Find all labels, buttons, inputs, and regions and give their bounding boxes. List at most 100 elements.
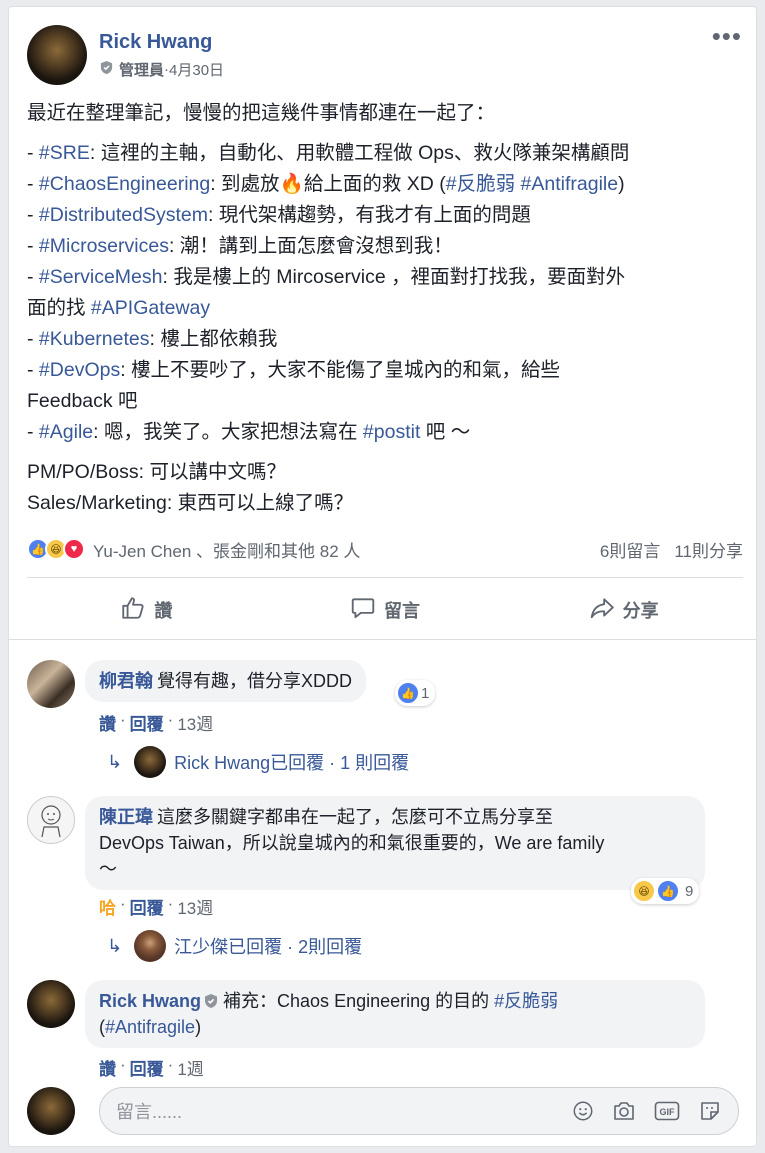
post-text-line: - #ChaosEngineering: 到處放🔥給上面的救 XD (#反脆弱 … — [27, 169, 743, 200]
speech-bubble-icon — [350, 595, 384, 626]
hashtag-link[interactable]: #Antifragile — [521, 173, 619, 195]
post-text: - — [27, 359, 39, 381]
comment-bubble: 柳君翰 覺得有趣，借分享XDDD — [85, 660, 367, 702]
hashtag-link[interactable]: #DistributedSystem — [39, 204, 208, 226]
replier-avatar — [134, 746, 167, 778]
hashtag-link[interactable]: #反脆弱 — [446, 173, 515, 195]
hashtag-link[interactable]: #SRE — [39, 142, 90, 164]
comment-label: 留言 — [384, 601, 420, 621]
post-text: - — [27, 235, 39, 257]
comment-composer: 留言...... GIF — [27, 1087, 739, 1135]
post-text: PM/PO/Boss: 可以講中文嗎？ — [27, 461, 286, 483]
sticker-icon[interactable] — [698, 1099, 722, 1123]
reaction-summary: 👍 😆 ♥ Yu-Jen Chen 、張金剛和其他 82 人 6則留言 11則分… — [27, 535, 743, 563]
hashtag-link[interactable]: #APIGateway — [91, 297, 210, 319]
hashtag-link[interactable]: #postit — [363, 421, 420, 443]
post-text-line: PM/PO/Boss: 可以講中文嗎？ — [27, 457, 743, 488]
comment-button[interactable]: 留言 — [266, 587, 505, 633]
comment: 柳君翰 覺得有趣，借分享XDDD — [27, 660, 367, 708]
more-options-button[interactable]: ••• — [712, 23, 742, 49]
comment-like-link[interactable]: 讚 — [99, 1055, 116, 1080]
post-text: 面的找 — [27, 297, 91, 319]
camera-icon[interactable] — [612, 1100, 636, 1122]
hashtag-link[interactable]: #ChaosEngineering — [39, 173, 210, 195]
comment-reaction-badge[interactable]: 😆 👍 9 — [631, 878, 700, 904]
comment-text: 覺得有趣，借分享XDDD — [157, 671, 353, 691]
my-avatar — [27, 1087, 75, 1135]
commenter-avatar[interactable] — [27, 796, 75, 844]
admin-label: 管理員 — [119, 62, 165, 79]
hashtag-link[interactable]: #Agile — [39, 421, 93, 443]
commenter-name[interactable]: 陳正瑋 — [99, 807, 153, 827]
post-text-line: Sales/Marketing: 東西可以上線了嗎？ — [27, 488, 743, 519]
post-text: - — [27, 142, 39, 164]
reply-summary-text: Rick Hwang已回覆 · 1 則回覆 — [174, 753, 410, 773]
author-avatar[interactable] — [27, 25, 87, 85]
reaction-names[interactable]: Yu-Jen Chen 、張金剛和其他 82 人 — [93, 537, 360, 562]
post-text: Feedback 吧 — [27, 390, 138, 412]
commenter-avatar[interactable] — [27, 660, 75, 708]
like-reaction-icon: 👍 — [397, 682, 419, 704]
comment-text-line-3: ～ — [99, 859, 117, 879]
hashtag-link[interactable]: #Microservices — [39, 235, 169, 257]
post-text-line: - #Agile: 嗯，我笑了。大家把想法寫在 #postit 吧 ～ — [27, 417, 743, 448]
comment-reply-link[interactable]: 回覆 — [130, 710, 164, 735]
post-text: : 到處放🔥給上面的救 XD ( — [210, 173, 446, 195]
reply-summary-text: 江少傑已回覆 · 2則回覆 — [174, 937, 363, 957]
comment-text: ) — [195, 1017, 202, 1037]
post-text: 最近在整理筆記，慢慢的把這幾件事情都連在一起了： — [27, 102, 496, 124]
comment-time[interactable]: 1週 — [177, 1055, 203, 1080]
like-reaction-icon: 👍 — [657, 880, 679, 902]
replier-avatar — [134, 930, 167, 962]
comment-reaction-badge[interactable]: 👍 1 — [395, 680, 436, 706]
post-text: Sales/Marketing: 東西可以上線了嗎？ — [27, 492, 354, 514]
commenter-name[interactable]: 柳君翰 — [99, 671, 153, 691]
post-text-line: Feedback 吧 — [27, 386, 743, 417]
comment-like-link[interactable]: 讚 — [99, 710, 116, 735]
post-text: - — [27, 266, 39, 288]
reply-summary[interactable]: ↳ Rick Hwang已回覆 · 1 則回覆 — [107, 746, 409, 778]
hashtag-link[interactable]: #Kubernetes — [39, 328, 150, 350]
share-arrow-icon — [589, 595, 623, 626]
comment-count[interactable]: 6則留言 — [600, 537, 660, 562]
comment-text-line-1: 這麼多關鍵字都串在一起了，怎麼可不立馬分享至 — [157, 807, 553, 827]
comment-bubble: 陳正瑋 這麼多關鍵字都串在一起了，怎麼可不立馬分享至 DevOps Taiwan，… — [85, 796, 705, 890]
comment-time[interactable]: 13週 — [177, 710, 213, 735]
comment-reply-link[interactable]: 回覆 — [130, 1055, 164, 1080]
gif-icon[interactable]: GIF — [654, 1100, 680, 1122]
admin-shield-icon — [99, 60, 114, 79]
haha-reaction-icon: 😆 — [633, 880, 655, 902]
comments-section: 柳君翰 覺得有趣，借分享XDDD 👍 1 讚 · 回覆 · 13週 ↳ Rick … — [9, 639, 756, 1146]
admin-shield-icon — [203, 991, 223, 1011]
share-button[interactable]: 分享 — [504, 587, 743, 633]
hashtag-link[interactable]: #DevOps — [39, 359, 120, 381]
post-date[interactable]: 4月30日 — [169, 59, 224, 80]
reaction-icons[interactable]: 👍 😆 ♥ — [27, 538, 85, 560]
comment-text: 補充：Chaos Engineering 的目的 — [223, 991, 495, 1011]
post-text-line: - #ServiceMesh: 我是樓上的 Mircoservice ，裡面對打… — [27, 262, 743, 293]
thumbs-up-icon — [120, 595, 154, 626]
like-button[interactable]: 讚 — [27, 587, 266, 633]
comment-reply-link[interactable]: 回覆 — [130, 894, 164, 919]
hashtag-link[interactable]: #反脆弱 — [494, 991, 558, 1011]
post-text: - — [27, 173, 39, 195]
comment-actions: 讚 · 回覆 · 13週 — [99, 710, 214, 735]
post-text: - — [27, 421, 39, 443]
author-name[interactable]: Rick Hwang — [99, 29, 224, 55]
post-text: ) — [618, 173, 625, 195]
love-reaction-icon: ♥ — [63, 538, 85, 560]
commenter-name[interactable]: Rick Hwang — [99, 991, 201, 1011]
reply-summary[interactable]: ↳ 江少傑已回覆 · 2則回覆 — [107, 930, 362, 962]
commenter-avatar[interactable] — [27, 980, 75, 1028]
post-card: Rick Hwang 管理員 · 4月30日 ••• 最近在整理筆記，慢慢的把這… — [8, 6, 757, 1147]
emoji-icon[interactable] — [572, 1100, 594, 1122]
hashtag-link[interactable]: #ServiceMesh — [39, 266, 163, 288]
comment-input[interactable]: 留言...... GIF — [99, 1087, 739, 1135]
comment-time[interactable]: 13週 — [177, 894, 213, 919]
share-count[interactable]: 11則分享 — [674, 537, 743, 562]
hashtag-link[interactable]: #Antifragile — [105, 1017, 195, 1037]
comment-haha-link[interactable]: 哈 — [99, 894, 116, 919]
divider — [27, 577, 743, 578]
post-text-line: 最近在整理筆記，慢慢的把這幾件事情都連在一起了： — [27, 98, 743, 129]
reaction-count: 9 — [685, 882, 694, 900]
